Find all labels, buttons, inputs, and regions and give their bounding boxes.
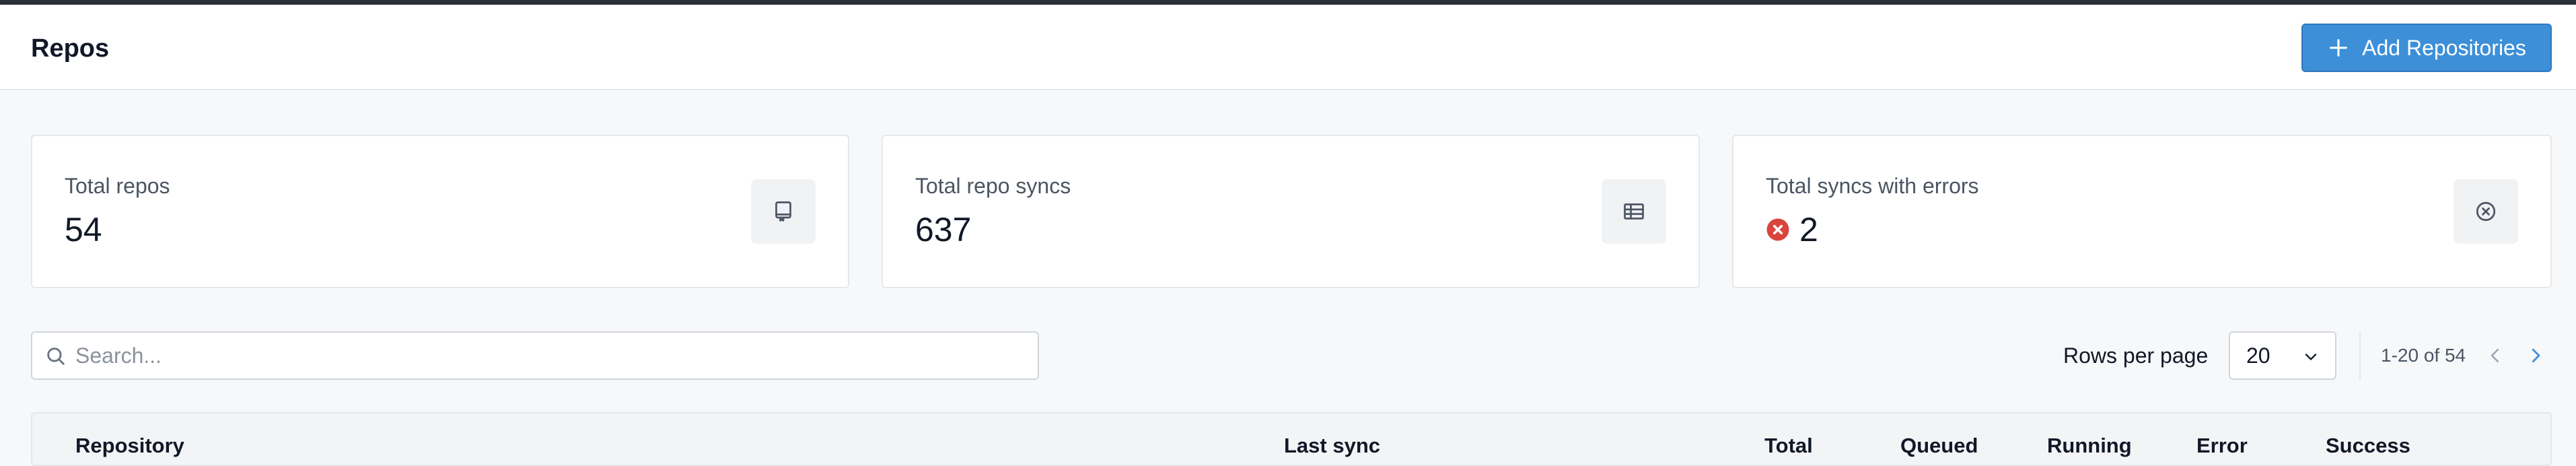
- stat-label: Total syncs with errors: [1766, 174, 1979, 198]
- column-header-success[interactable]: Success: [2326, 434, 2410, 458]
- error-status-icon: [1766, 218, 1789, 241]
- stat-card-total-repos: Total repos 54: [31, 135, 849, 288]
- stat-label: Total repos: [65, 174, 170, 198]
- column-header-repository[interactable]: Repository: [75, 434, 184, 458]
- column-header-error[interactable]: Error: [2196, 434, 2248, 458]
- stat-value: 2: [1766, 210, 1818, 249]
- search-input[interactable]: [75, 333, 1017, 378]
- stat-value: 637: [915, 210, 971, 249]
- rows-per-page-value: 20: [2246, 343, 2270, 368]
- add-repositories-button[interactable]: Add Repositories: [2301, 24, 2552, 72]
- column-header-queued[interactable]: Queued: [1900, 434, 1978, 458]
- rows-per-page-select[interactable]: 20: [2229, 331, 2336, 380]
- stat-value: 54: [65, 210, 102, 249]
- column-header-last-sync[interactable]: Last sync: [1284, 434, 1380, 458]
- stat-value-text: 637: [915, 211, 972, 248]
- plus-icon: [2330, 39, 2348, 57]
- repo-icon: [751, 179, 816, 244]
- column-header-total[interactable]: Total: [1764, 434, 1813, 458]
- previous-page-button[interactable]: [2482, 342, 2509, 369]
- chevron-left-icon: [2491, 349, 2499, 362]
- page-header: Repos Add Repositories: [0, 5, 2576, 90]
- next-page-button[interactable]: [2522, 342, 2549, 369]
- x-circle-icon: [2454, 179, 2518, 244]
- page-title: Repos: [31, 34, 110, 63]
- top-stripe: [0, 0, 2576, 5]
- stat-value-text: 54: [65, 211, 102, 248]
- chevron-right-icon: [2532, 348, 2540, 363]
- chevron-down-icon: [2305, 354, 2317, 360]
- stat-card-total-syncs-with-errors: Total syncs with errors 2: [1732, 135, 2552, 288]
- search-box: [31, 331, 1039, 380]
- pagination-divider: [2359, 331, 2361, 380]
- table-icon: [1602, 179, 1666, 244]
- stat-card-total-repo-syncs: Total repo syncs 637: [882, 135, 1700, 288]
- rows-per-page-label: Rows per page: [2063, 343, 2209, 368]
- stat-label: Total repo syncs: [915, 174, 1071, 198]
- column-header-running[interactable]: Running: [2047, 434, 2132, 458]
- search-icon: [47, 347, 65, 365]
- pagination-range: 1-20 of 54: [2381, 345, 2466, 366]
- add-repositories-label: Add Repositories: [2362, 35, 2526, 60]
- stat-value-text: 2: [1799, 211, 1818, 248]
- repos-table: Repository Last sync Total Queued Runnin…: [31, 412, 2552, 466]
